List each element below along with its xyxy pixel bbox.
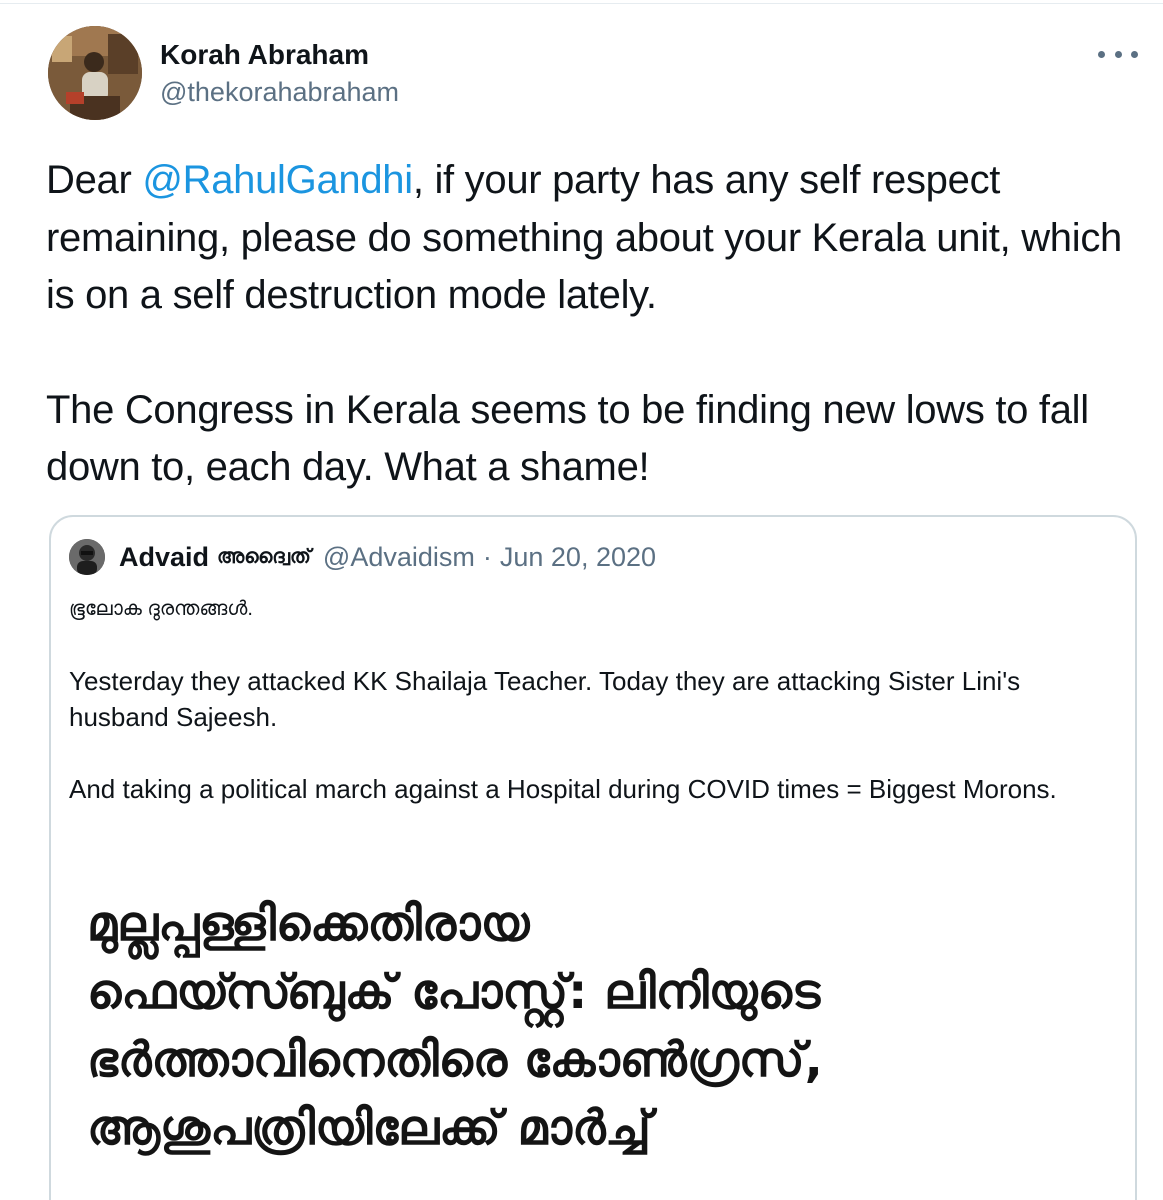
headline-line: ഭർത്താവിനെതിരെ കോൺഗ്രസ്,: [87, 1032, 823, 1088]
dot: [1098, 50, 1105, 58]
author-handle[interactable]: @thekorahabraham: [160, 76, 399, 108]
tweet-page: Korah Abraham @thekorahabraham Dear @Rah…: [0, 0, 1163, 1200]
headline-line: ആശുപത്രിയിലേക്ക് മാർച്ച്: [87, 1100, 651, 1156]
headline-line: മുല്ലപ്പള്ളിക്കെതിരായ: [87, 896, 530, 952]
headline-line: ഫെയ്സ്ബുക് പോസ്റ്റ്: ലിനിയുടെ: [87, 964, 821, 1020]
quoted-date[interactable]: Jun 20, 2020: [500, 539, 656, 575]
quoted-author-name-ml[interactable]: അദ്വൈത്: [217, 539, 311, 575]
tweet-paragraph: The Congress in Kerala seems to be findi…: [46, 387, 1089, 490]
quoted-text: ഭൂലോക ദുരന്തങ്ങൾ. Yesterday they attacke…: [69, 591, 1109, 807]
mention-link[interactable]: @RahulGandhi: [142, 158, 413, 202]
tweet-paragraph: Dear @RahulGandhi, if your party has any…: [46, 152, 1146, 325]
quoted-line: ഭൂലോക ദുരന്തങ്ങൾ.: [69, 598, 253, 620]
quoted-image[interactable]: മുല്ലപ്പള്ളിക്കെതിരായ ഫെയ്സ്ബുക് പോസ്റ്റ…: [51, 872, 1135, 1200]
quoted-paragraph: And taking a political march against a H…: [69, 774, 1057, 804]
tweet-text-start: Dear: [46, 158, 143, 202]
dot: [1131, 50, 1138, 58]
more-dots-icon[interactable]: [1098, 44, 1138, 64]
quoted-paragraph: Yesterday they attacked KK Shailaja Teac…: [69, 666, 1021, 732]
divider: [0, 3, 1163, 4]
quoted-tweet-card[interactable]: Advaid അദ്വൈത് @Advaidism · Jun 20, 2020…: [49, 515, 1137, 1200]
author-name[interactable]: Korah Abraham: [160, 39, 369, 71]
quoted-header: Advaid അദ്വൈത് @Advaidism · Jun 20, 2020: [119, 539, 656, 575]
author-avatar[interactable]: [48, 26, 142, 120]
quoted-author-handle[interactable]: @Advaidism: [323, 539, 475, 575]
tweet-text: Dear @RahulGandhi, if your party has any…: [46, 152, 1146, 497]
image-headline: മുല്ലപ്പള്ളിക്കെതിരായ ഫെയ്സ്ബുക് പോസ്റ്റ…: [87, 890, 1107, 1162]
separator: ·: [482, 542, 492, 572]
quoted-author-avatar[interactable]: [69, 539, 105, 575]
quoted-author-name[interactable]: Advaid: [119, 539, 209, 575]
dot: [1114, 50, 1122, 58]
